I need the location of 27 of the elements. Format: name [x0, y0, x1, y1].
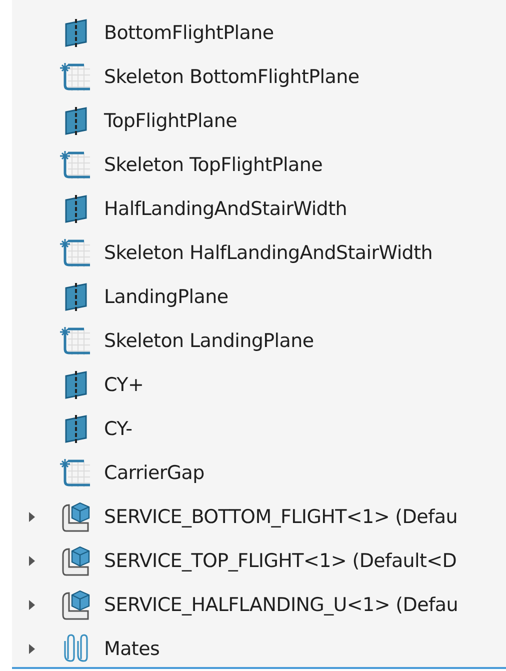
expand-arrow-icon[interactable]: [28, 643, 36, 655]
tree-item-label[interactable]: SERVICE_BOTTOM_FLIGHT<1> (Defau: [104, 502, 458, 532]
tree-item-label[interactable]: Skeleton LandingPlane: [104, 326, 314, 356]
part-icon: [60, 589, 92, 621]
part-icon: [60, 545, 92, 577]
expand-arrow-icon[interactable]: [28, 555, 36, 567]
sketch-icon: [60, 325, 92, 357]
tree-item-label[interactable]: SERVICE_HALFLANDING_U<1> (Defau: [104, 590, 458, 620]
tree-item-label[interactable]: SERVICE_TOP_FLIGHT<1> (Default<D: [104, 546, 457, 576]
sketch-icon: [60, 237, 92, 269]
tree-item-label[interactable]: Skeleton HalfLandingAndStairWidth: [104, 238, 432, 268]
tree-item-label[interactable]: LandingPlane: [104, 282, 228, 312]
tree-item-label[interactable]: CarrierGap: [104, 458, 204, 488]
sketch-icon: [60, 457, 92, 489]
tree-item-label[interactable]: HalfLandingAndStairWidth: [104, 194, 347, 224]
expand-arrow-icon[interactable]: [28, 599, 36, 611]
tree-item-label[interactable]: TopFlightPlane: [104, 106, 238, 136]
tree-item-label[interactable]: Mates: [104, 634, 160, 664]
tree-item-label[interactable]: CY+: [104, 370, 144, 400]
part-icon: [60, 501, 92, 533]
sketch-icon: [60, 149, 92, 181]
tree-item-label[interactable]: BottomFlightPlane: [104, 18, 274, 48]
tree-item-label[interactable]: CY-: [104, 414, 132, 444]
tree-item-label[interactable]: Skeleton BottomFlightPlane: [104, 62, 360, 92]
sketch-icon: [60, 61, 92, 93]
expand-arrow-icon[interactable]: [28, 511, 36, 523]
tree-item-label[interactable]: Skeleton TopFlightPlane: [104, 150, 323, 180]
